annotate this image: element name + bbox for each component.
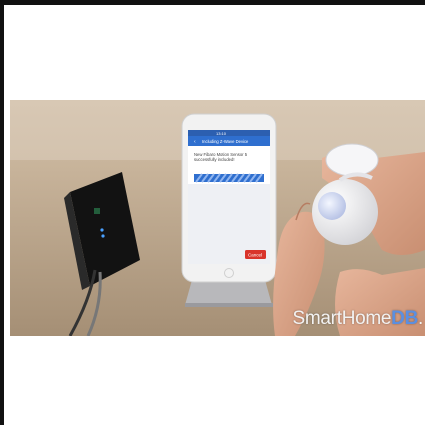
photo-scene: 13:10 ‹ Including Z-Wave Device New Fiba… bbox=[10, 100, 425, 336]
phone-stand bbox=[185, 280, 272, 305]
phone-message: New Fibaro Motion Sensor 5 successfully … bbox=[194, 152, 248, 162]
cancel-button-label: Cancel bbox=[248, 253, 262, 258]
phone-message-container: New Fibaro Motion Sensor 5 successfully … bbox=[194, 152, 248, 162]
phone-header-title: Including Z-Wave Device bbox=[202, 139, 249, 144]
watermark: SmartHomeDB. bbox=[292, 308, 424, 330]
watermark-db: DB bbox=[391, 308, 419, 329]
smartphone: 13:10 ‹ Including Z-Wave Device New Fiba… bbox=[181, 113, 277, 283]
watermark-prefix: SmartHome bbox=[292, 308, 392, 329]
photo: 13:10 ‹ Including Z-Wave Device New Fiba… bbox=[10, 100, 425, 336]
watermark-dot: . bbox=[418, 308, 423, 329]
progress-bar bbox=[194, 173, 264, 183]
phone-status-time: 13:10 bbox=[216, 131, 227, 136]
sensor-lens bbox=[318, 192, 346, 220]
